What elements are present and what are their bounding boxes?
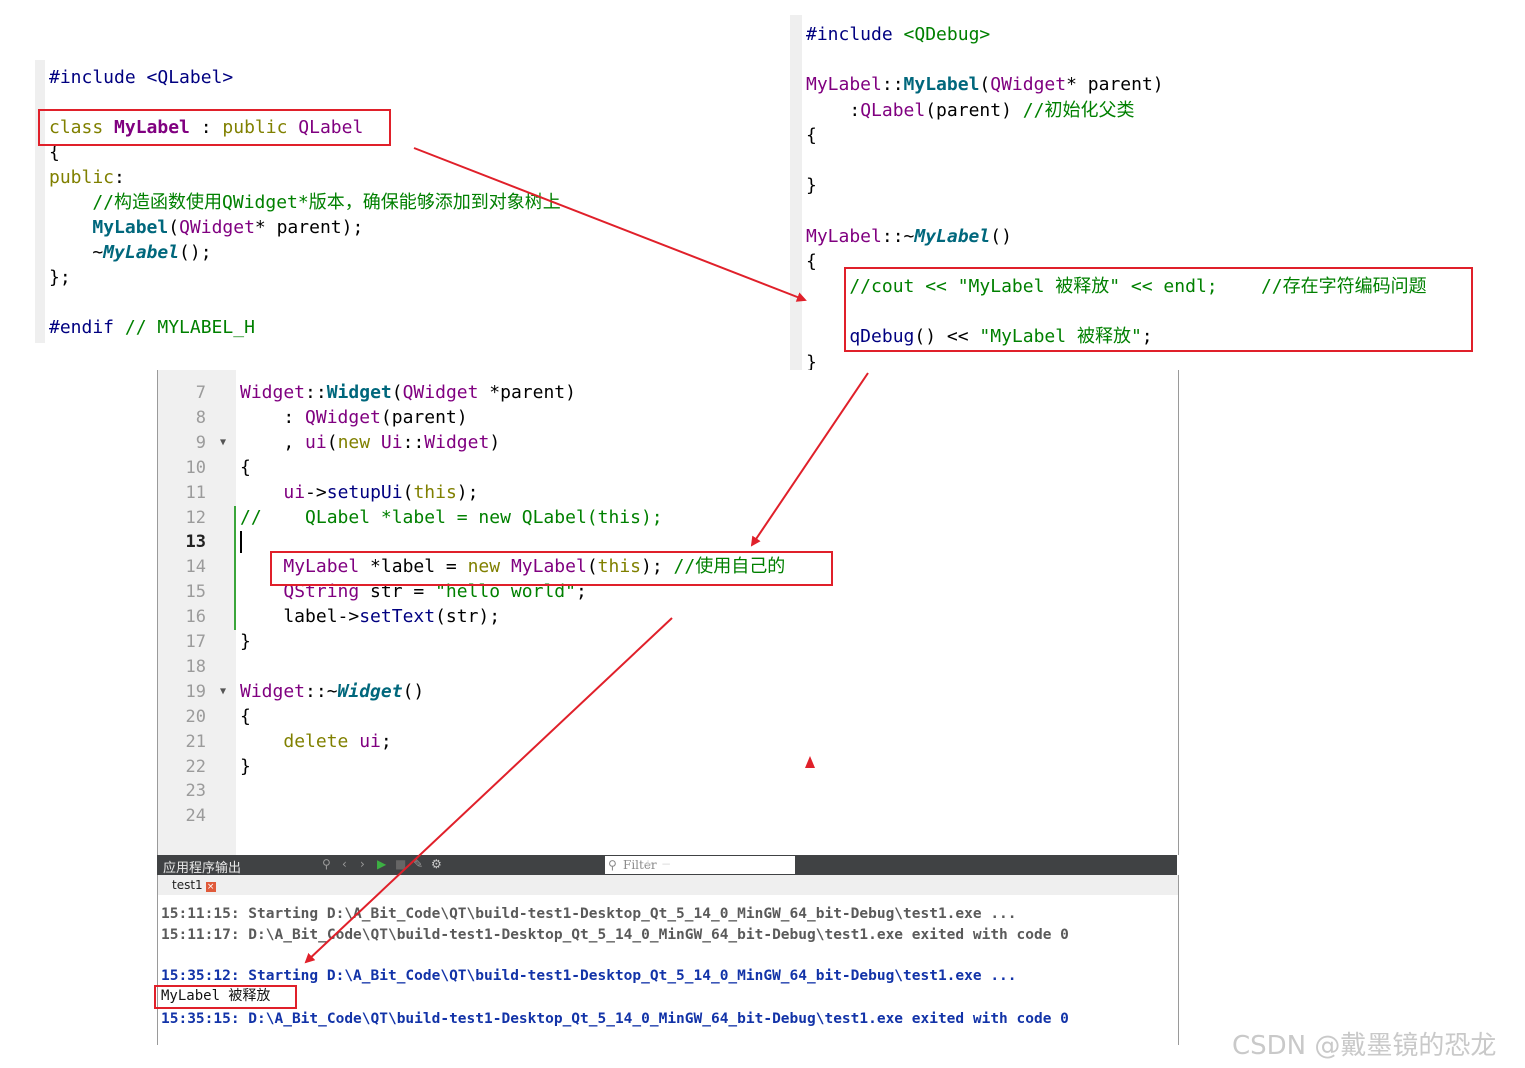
arrow-class-to-destructor	[413, 147, 807, 302]
arrow-destructor-to-new	[750, 372, 869, 547]
stray-arrowhead	[805, 756, 815, 768]
annotation-arrows	[304, 147, 869, 964]
watermark: CSDN @戴墨镜的恐龙	[1232, 1031, 1497, 1061]
arrow-new-to-output	[304, 617, 673, 964]
